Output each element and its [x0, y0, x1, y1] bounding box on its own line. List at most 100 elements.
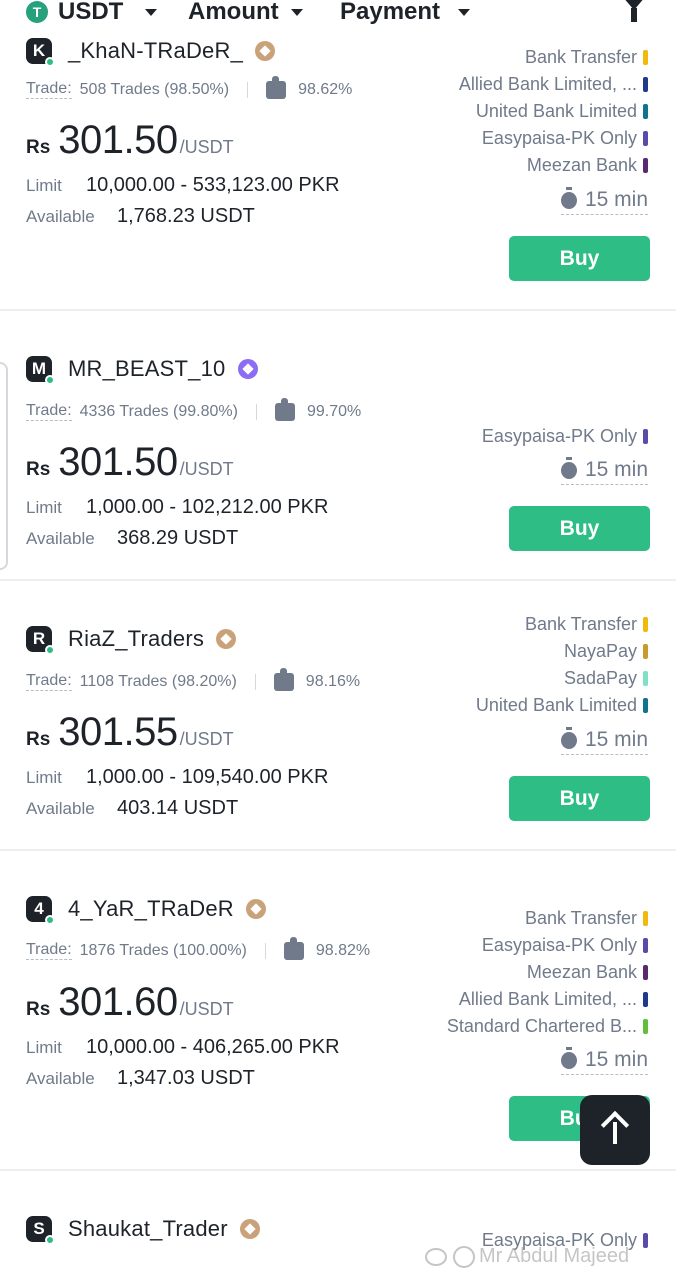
time-value: 15 min — [584, 1048, 648, 1071]
price-unit: /USDT — [179, 999, 234, 1019]
limit-label: Limit — [26, 176, 62, 195]
payment-method: Standard Chartered B... — [447, 1013, 648, 1040]
payment-time-limit: 15 min — [560, 456, 648, 485]
avatar: K — [26, 38, 55, 67]
price-value: 301.55 — [58, 710, 178, 754]
payment-color-bar — [643, 965, 648, 980]
stopwatch-icon — [560, 456, 577, 479]
trader-info[interactable]: S Shaukat_Trader — [26, 1216, 260, 1245]
payment-color-bar — [643, 131, 648, 146]
chevron-down-icon — [458, 8, 471, 16]
trader-name[interactable]: 4_YaR_TRaDeR — [68, 896, 234, 922]
stopwatch-icon — [560, 726, 577, 749]
avatar: 4 — [26, 896, 55, 925]
buy-button[interactable]: Buy — [509, 236, 650, 281]
merchant-badge-icon — [245, 899, 266, 919]
payment-method: Meezan Bank — [527, 152, 648, 179]
online-dot-icon — [45, 915, 55, 925]
payment-color-bar — [643, 617, 648, 632]
trader-name[interactable]: _KhaN-TRaDeR_ — [68, 38, 243, 64]
price: Rs 301.55 /USDT — [26, 710, 234, 755]
merchant-badge-icon — [239, 1219, 260, 1239]
payment-color-bar — [643, 698, 648, 713]
trader-name[interactable]: MR_BEAST_10 — [68, 356, 226, 382]
payment-method: NayaPay — [564, 638, 648, 665]
payment-color-bar — [643, 671, 648, 686]
limit-value: 10,000.00 - 406,265.00 PKR — [86, 1036, 340, 1058]
buy-button[interactable]: Buy — [509, 776, 650, 821]
payment-color-bar — [643, 50, 648, 65]
available-label: Available — [26, 799, 95, 818]
amount-filter[interactable]: Amount — [188, 0, 303, 26]
time-value: 15 min — [584, 188, 648, 211]
online-dot-icon — [45, 1235, 55, 1245]
payment-time-limit: 15 min — [560, 186, 648, 215]
trader-name[interactable]: Shaukat_Trader — [68, 1216, 228, 1242]
verified-merchant-badge-icon — [237, 359, 258, 379]
trade-count: 1108 Trades (98.20%) — [79, 672, 237, 690]
buy-button[interactable]: Buy — [509, 506, 650, 551]
price-value: 301.50 — [58, 440, 178, 484]
divider — [247, 81, 249, 98]
limit-value: 1,000.00 - 102,212.00 PKR — [86, 496, 329, 518]
price-value: 301.60 — [58, 980, 178, 1024]
payment-methods: Easypaisa-PK Only — [482, 423, 648, 450]
trade-stats: Trade: 4336 Trades (99.80%) 99.70% — [26, 397, 361, 421]
arrow-up-icon-head — [600, 1110, 630, 1140]
trader-info[interactable]: R RiaZ_Traders — [26, 626, 237, 655]
watermark-text: Mr Abdul Majeed — [479, 1245, 630, 1267]
watermark-logo-icon — [425, 1247, 447, 1266]
divider — [0, 1169, 676, 1171]
limit-label: Limit — [26, 1038, 62, 1057]
available-label: Available — [26, 207, 95, 226]
stopwatch-icon — [560, 186, 577, 209]
thumbs-up-icon — [266, 75, 287, 99]
chevron-down-icon — [145, 8, 158, 16]
positive-rating: 98.82% — [315, 941, 371, 959]
merchant-badge-icon — [216, 629, 237, 649]
scroll-edge-indicator — [0, 362, 8, 570]
positive-rating: 98.62% — [298, 80, 353, 98]
coin-filter[interactable]: T USDT — [26, 0, 158, 26]
price-value: 301.50 — [58, 118, 178, 162]
payment-color-bar — [643, 938, 648, 953]
payment-method: Easypaisa-PK Only — [482, 125, 648, 152]
trade-label: Trade: — [26, 672, 72, 691]
trader-info[interactable]: M MR_BEAST_10 — [26, 356, 258, 385]
payment-color-bar — [643, 158, 648, 173]
payment-method: Bank Transfer — [525, 611, 648, 638]
divider — [0, 579, 676, 581]
payment-filter[interactable]: Payment — [340, 0, 471, 26]
online-dot-icon — [45, 645, 55, 655]
price-unit: /USDT — [179, 459, 234, 479]
avatar: R — [26, 626, 55, 655]
limit-row: Limit 1,000.00 - 102,212.00 PKR — [26, 496, 328, 519]
payment-method: Meezan Bank — [527, 959, 648, 986]
available-label: Available — [26, 1069, 95, 1088]
payment-method: Easypaisa-PK Only — [482, 932, 648, 959]
trader-info[interactable]: 4 4_YaR_TRaDeR — [26, 896, 266, 925]
price-currency: Rs — [26, 999, 51, 1020]
payment-color-bar — [643, 644, 648, 659]
trader-name[interactable]: RiaZ_Traders — [68, 626, 204, 652]
trade-label: Trade: — [26, 402, 72, 421]
trade-stats: Trade: 1108 Trades (98.20%) 98.16% — [26, 667, 360, 691]
trade-stats: Trade: 508 Trades (98.50%) 98.62% — [26, 75, 353, 99]
scroll-to-top-button[interactable] — [580, 1095, 650, 1165]
available-row: Available 1,347.03 USDT — [26, 1067, 255, 1090]
limit-value: 10,000.00 - 533,123.00 PKR — [86, 174, 340, 196]
payment-method: Bank Transfer — [525, 44, 648, 71]
payment-color-bar — [643, 1019, 648, 1034]
payment-color-bar — [643, 104, 648, 119]
available-row: Available 403.14 USDT — [26, 797, 238, 820]
payment-methods: Bank Transfer NayaPay SadaPay United Ban… — [476, 611, 648, 719]
stopwatch-icon — [560, 1046, 577, 1069]
payment-time-limit: 15 min — [560, 726, 648, 755]
price-currency: Rs — [26, 137, 51, 158]
price: Rs 301.60 /USDT — [26, 980, 234, 1025]
trader-info[interactable]: K _KhaN-TRaDeR_ — [26, 38, 276, 67]
filter-funnel-icon[interactable] — [622, 0, 646, 22]
payment-method: Easypaisa-PK Only — [482, 423, 648, 450]
watermark: Mr Abdul Majeed — [425, 1245, 629, 1268]
payment-method: SadaPay — [564, 665, 648, 692]
